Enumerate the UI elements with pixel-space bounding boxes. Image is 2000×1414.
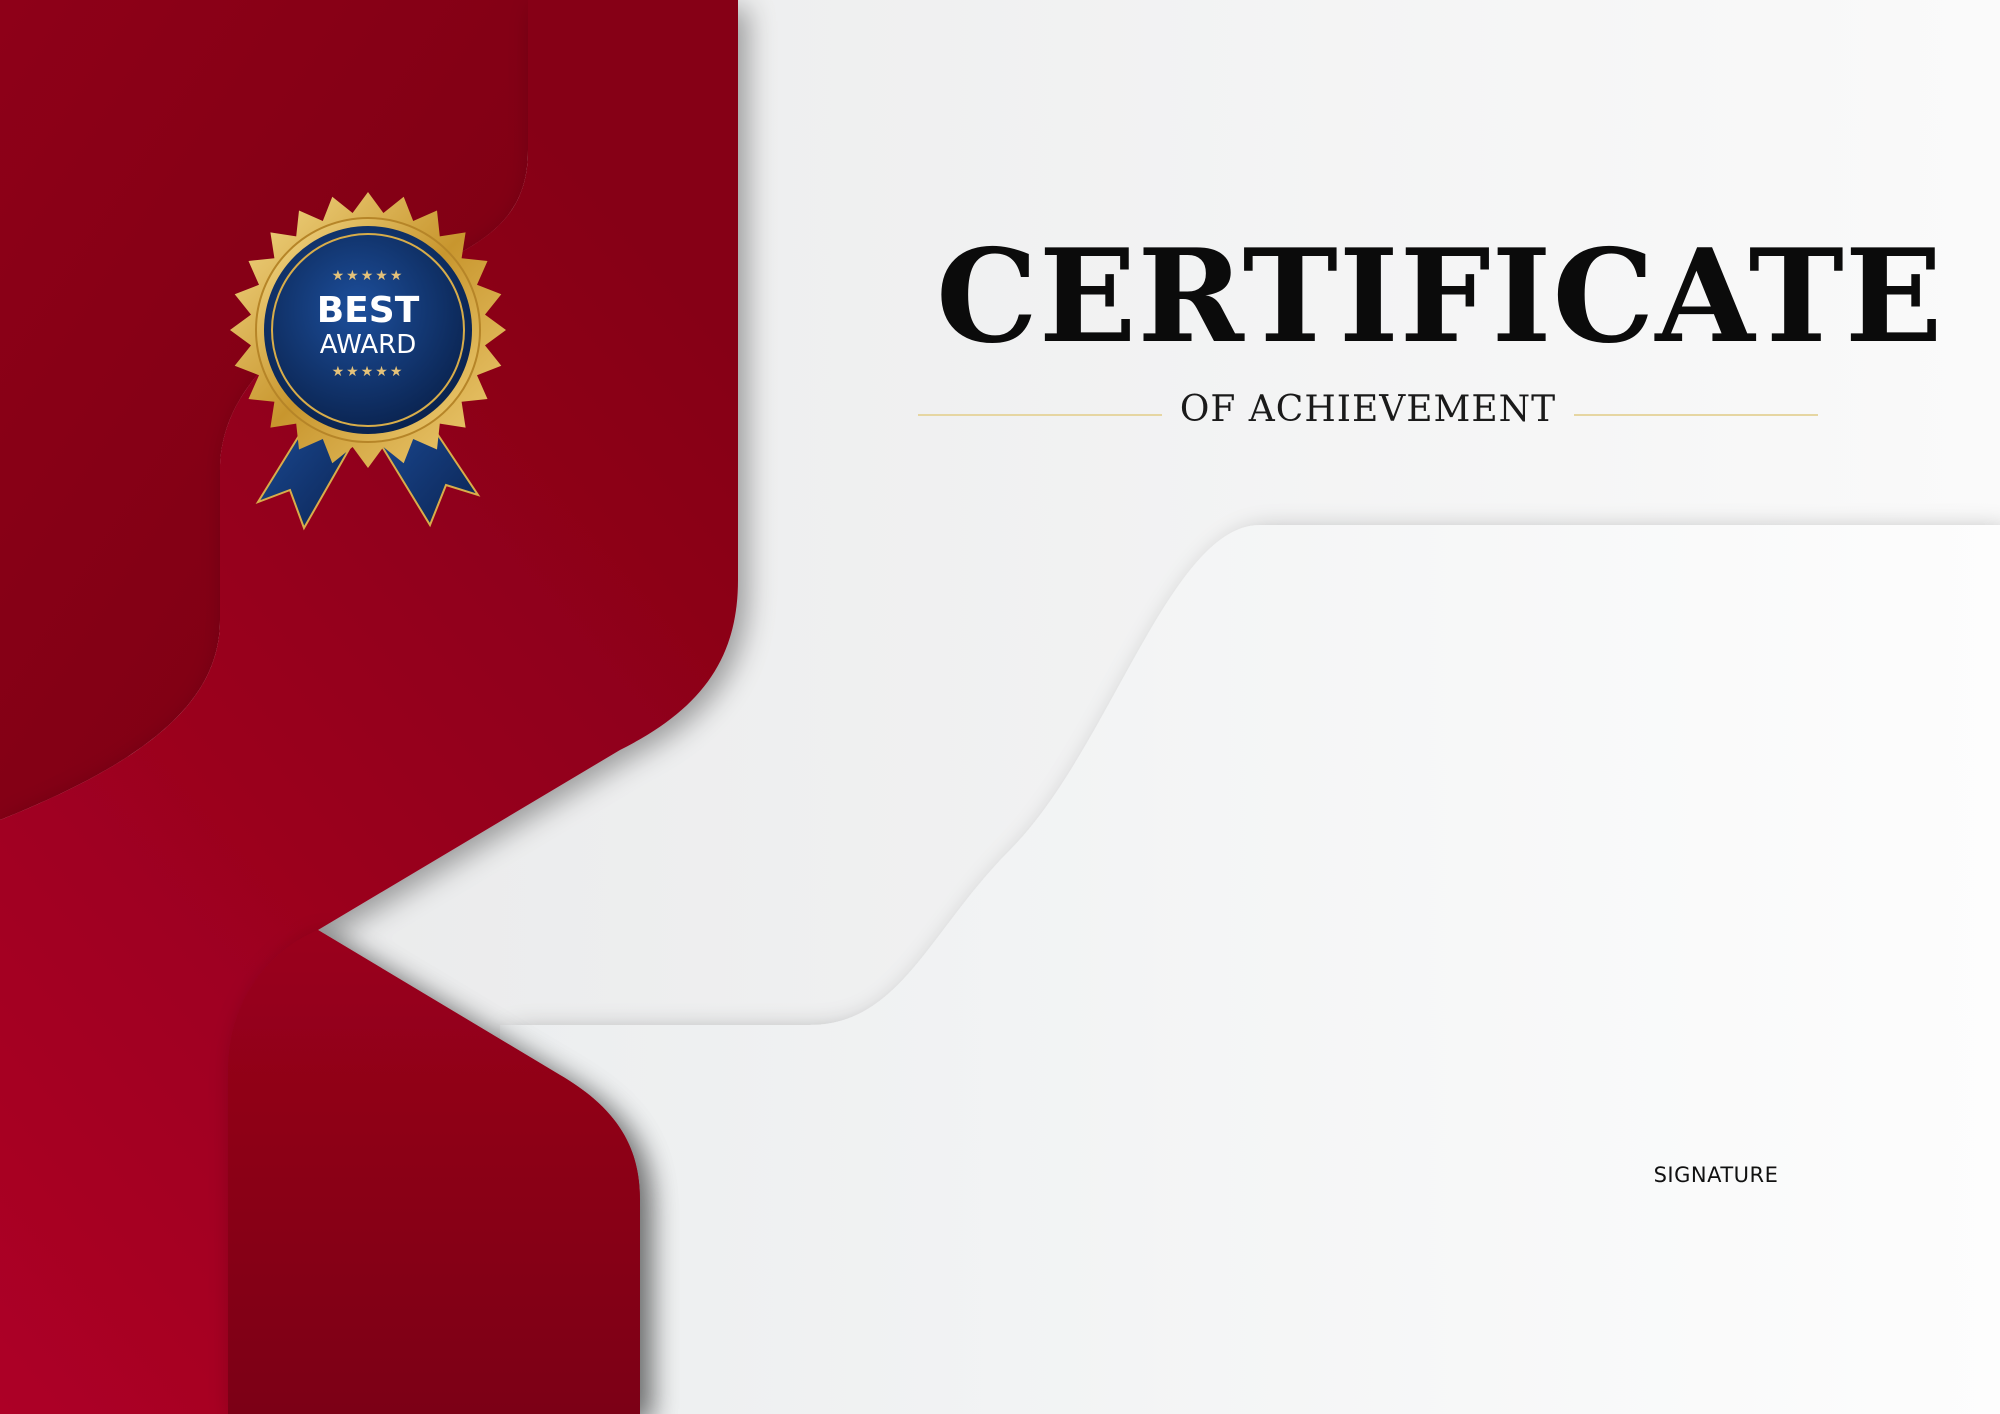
badge-stars-bottom: ★★★★★ bbox=[332, 364, 405, 380]
signature-label: SIGNATURE bbox=[1653, 1163, 1779, 1187]
subtitle-row: OF ACHIEVEMENT bbox=[918, 380, 1818, 440]
badge-line1: BEST bbox=[317, 290, 420, 331]
subtitle-rule-right bbox=[1574, 414, 1818, 416]
subtitle-rule-left bbox=[918, 414, 1162, 416]
certificate-subtitle: OF ACHIEVEMENT bbox=[1179, 389, 1557, 430]
certificate-title: CERTIFICATE bbox=[936, 222, 1944, 372]
certificate: ★★★★★ BEST AWARD ★★★★★ CERTIFICATE OF AC… bbox=[0, 0, 2000, 1414]
certificate-background: ★★★★★ BEST AWARD ★★★★★ bbox=[0, 0, 2000, 1414]
badge-line2: AWARD bbox=[320, 330, 417, 360]
badge-stars-top: ★★★★★ bbox=[332, 268, 405, 284]
